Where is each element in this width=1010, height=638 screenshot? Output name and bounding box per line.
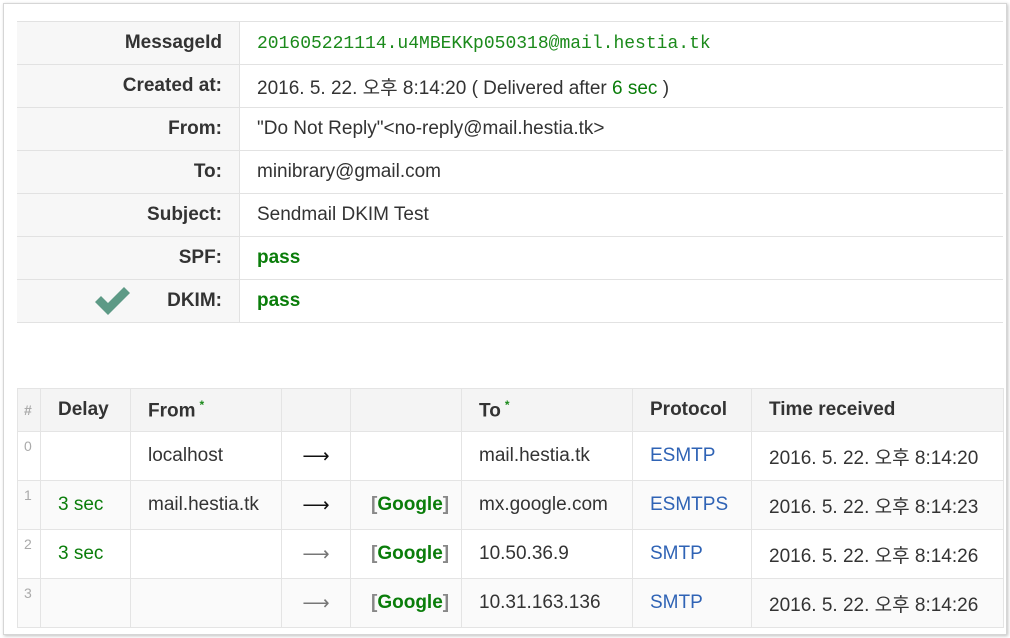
dkim-value: pass <box>257 290 301 311</box>
spf-label: SPF: <box>17 236 240 280</box>
table-row: 1 3 sec mail.hestia.tk ⟶ [Google] mx.goo… <box>17 480 1004 530</box>
hop-to: 10.31.163.136 <box>461 578 633 628</box>
hop-time: 2016. 5. 22. 오후 8:14:23 <box>751 480 1004 530</box>
hop-number: 0 <box>17 431 41 481</box>
col-from-marker: * <box>199 397 205 412</box>
hop-time: 2016. 5. 22. 오후 8:14:20 <box>751 431 1004 481</box>
to-value: minibrary@gmail.com <box>239 150 1003 194</box>
hop-from: localhost <box>130 431 282 481</box>
message-header-panel: MessageId 201605221114.u4MBEKKp050318@ma… <box>3 3 1007 635</box>
to-row: To: minibrary@gmail.com <box>17 150 1003 194</box>
dkim-row: DKIM: pass <box>17 279 1003 323</box>
spf-value: pass <box>257 247 301 268</box>
table-row: 2 3 sec ⟶ [Google] 10.50.36.9 SMTP 2016.… <box>17 529 1004 579</box>
hop-via: [Google] <box>350 578 462 628</box>
from-value: "Do Not Reply"<no-reply@mail.hestia.tk> <box>239 107 1003 151</box>
subject-row: Subject: Sendmail DKIM Test <box>17 193 1003 237</box>
col-to: To * <box>461 388 633 432</box>
col-arrow <box>281 388 351 432</box>
hop-time: 2016. 5. 22. 오후 8:14:26 <box>751 529 1004 579</box>
arrow-icon: ⟶ <box>281 480 351 530</box>
hop-to: mail.hestia.tk <box>461 431 633 481</box>
via-google: Google <box>377 592 443 613</box>
col-number: # <box>17 388 41 432</box>
col-delay: Delay <box>40 388 131 432</box>
col-time: Time received <box>751 388 1004 432</box>
hop-to: mx.google.com <box>461 480 633 530</box>
subject-value: Sendmail DKIM Test <box>239 193 1003 237</box>
message-id-row: MessageId 201605221114.u4MBEKKp050318@ma… <box>17 21 1003 65</box>
subject-label: Subject: <box>17 193 240 237</box>
created-date: 2016. 5. 22. 오후 8:14:20 <box>257 77 467 99</box>
col-from: From * <box>130 388 282 432</box>
table-row: 3 ⟶ [Google] 10.31.163.136 SMTP 2016. 5.… <box>17 578 1004 628</box>
to-label: To: <box>17 150 240 194</box>
col-via <box>350 388 462 432</box>
col-to-label: To <box>479 400 501 422</box>
delivered-delay: 6 sec <box>612 77 658 99</box>
created-row: Created at: 2016. 5. 22. 오후 8:14:20 ( De… <box>17 64 1003 108</box>
hop-delay <box>40 431 131 481</box>
arrow-icon: ⟶ <box>281 431 351 481</box>
hop-protocol: SMTP <box>632 578 752 628</box>
created-value: 2016. 5. 22. 오후 8:14:20 ( Delivered afte… <box>239 64 1003 108</box>
hop-to: 10.50.36.9 <box>461 529 633 579</box>
table-row: 0 localhost ⟶ mail.hestia.tk ESMTP 2016.… <box>17 431 1004 481</box>
col-to-marker: * <box>504 397 510 412</box>
via-google: Google <box>377 543 443 564</box>
hop-protocol: SMTP <box>632 529 752 579</box>
delivered-suffix: ) <box>662 77 670 99</box>
hop-protocol: ESMTP <box>632 431 752 481</box>
message-id-label: MessageId <box>17 21 240 65</box>
hop-number: 3 <box>17 578 41 628</box>
header-table: MessageId 201605221114.u4MBEKKp050318@ma… <box>17 21 1003 323</box>
message-id-value[interactable]: 201605221114.u4MBEKKp050318@mail.hestia.… <box>257 34 711 54</box>
hop-delay: 3 sec <box>40 529 131 579</box>
hops-header-row: # Delay From * To * Protocol Time received <box>17 388 1004 432</box>
col-protocol: Protocol <box>632 388 752 432</box>
hop-number: 2 <box>17 529 41 579</box>
hop-protocol: ESMTPS <box>632 480 752 530</box>
hop-via: [Google] <box>350 480 462 530</box>
hop-from <box>130 529 282 579</box>
hop-from <box>130 578 282 628</box>
spf-row: SPF: pass <box>17 236 1003 280</box>
col-from-label: From <box>148 400 196 422</box>
arrow-icon: ⟶ <box>281 578 351 628</box>
hop-delay: 3 sec <box>40 480 131 530</box>
hop-via <box>350 431 462 481</box>
hop-from: mail.hestia.tk <box>130 480 282 530</box>
checkmark-icon <box>95 287 130 315</box>
hop-time: 2016. 5. 22. 오후 8:14:26 <box>751 578 1004 628</box>
received-hops-table: # Delay From * To * Protocol Time received… <box>17 388 1004 628</box>
created-label: Created at: <box>17 64 240 108</box>
from-label: From: <box>17 107 240 151</box>
delivered-prefix: ( Delivered after <box>471 77 607 99</box>
via-google: Google <box>377 494 443 515</box>
hop-via: [Google] <box>350 529 462 579</box>
hop-delay <box>40 578 131 628</box>
from-row: From: "Do Not Reply"<no-reply@mail.hesti… <box>17 107 1003 151</box>
hop-number: 1 <box>17 480 41 530</box>
arrow-icon: ⟶ <box>281 529 351 579</box>
dkim-label: DKIM: <box>167 290 222 311</box>
